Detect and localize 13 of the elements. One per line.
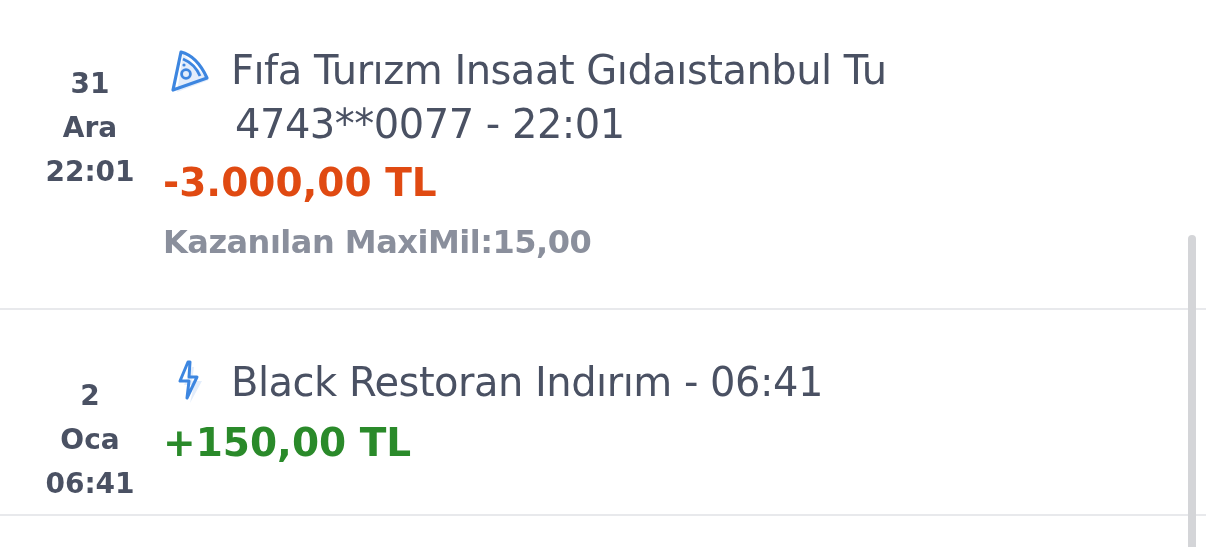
date-month: Ara <box>62 110 118 146</box>
reward-text: Kazanılan MaxiMil:15,00 <box>163 222 593 263</box>
merchant-name: Fıfa Turızm Insaat Gıdaıstanbul Tu <box>231 46 887 95</box>
card-detail: 4743**0077 - 22:01 <box>235 100 626 149</box>
date-time: 22:01 <box>45 154 135 190</box>
date-time: 06:41 <box>45 466 135 502</box>
merchant-name: Black Restoran Indırım - 06:41 <box>231 358 823 407</box>
date-day: 31 <box>70 62 110 106</box>
date-month: Oca <box>60 422 120 458</box>
scrollbar[interactable] <box>1188 235 1196 547</box>
date-day: 2 <box>80 374 100 418</box>
amount: +150,00 TL <box>163 419 413 467</box>
amount: -3.000,00 TL <box>163 159 438 207</box>
